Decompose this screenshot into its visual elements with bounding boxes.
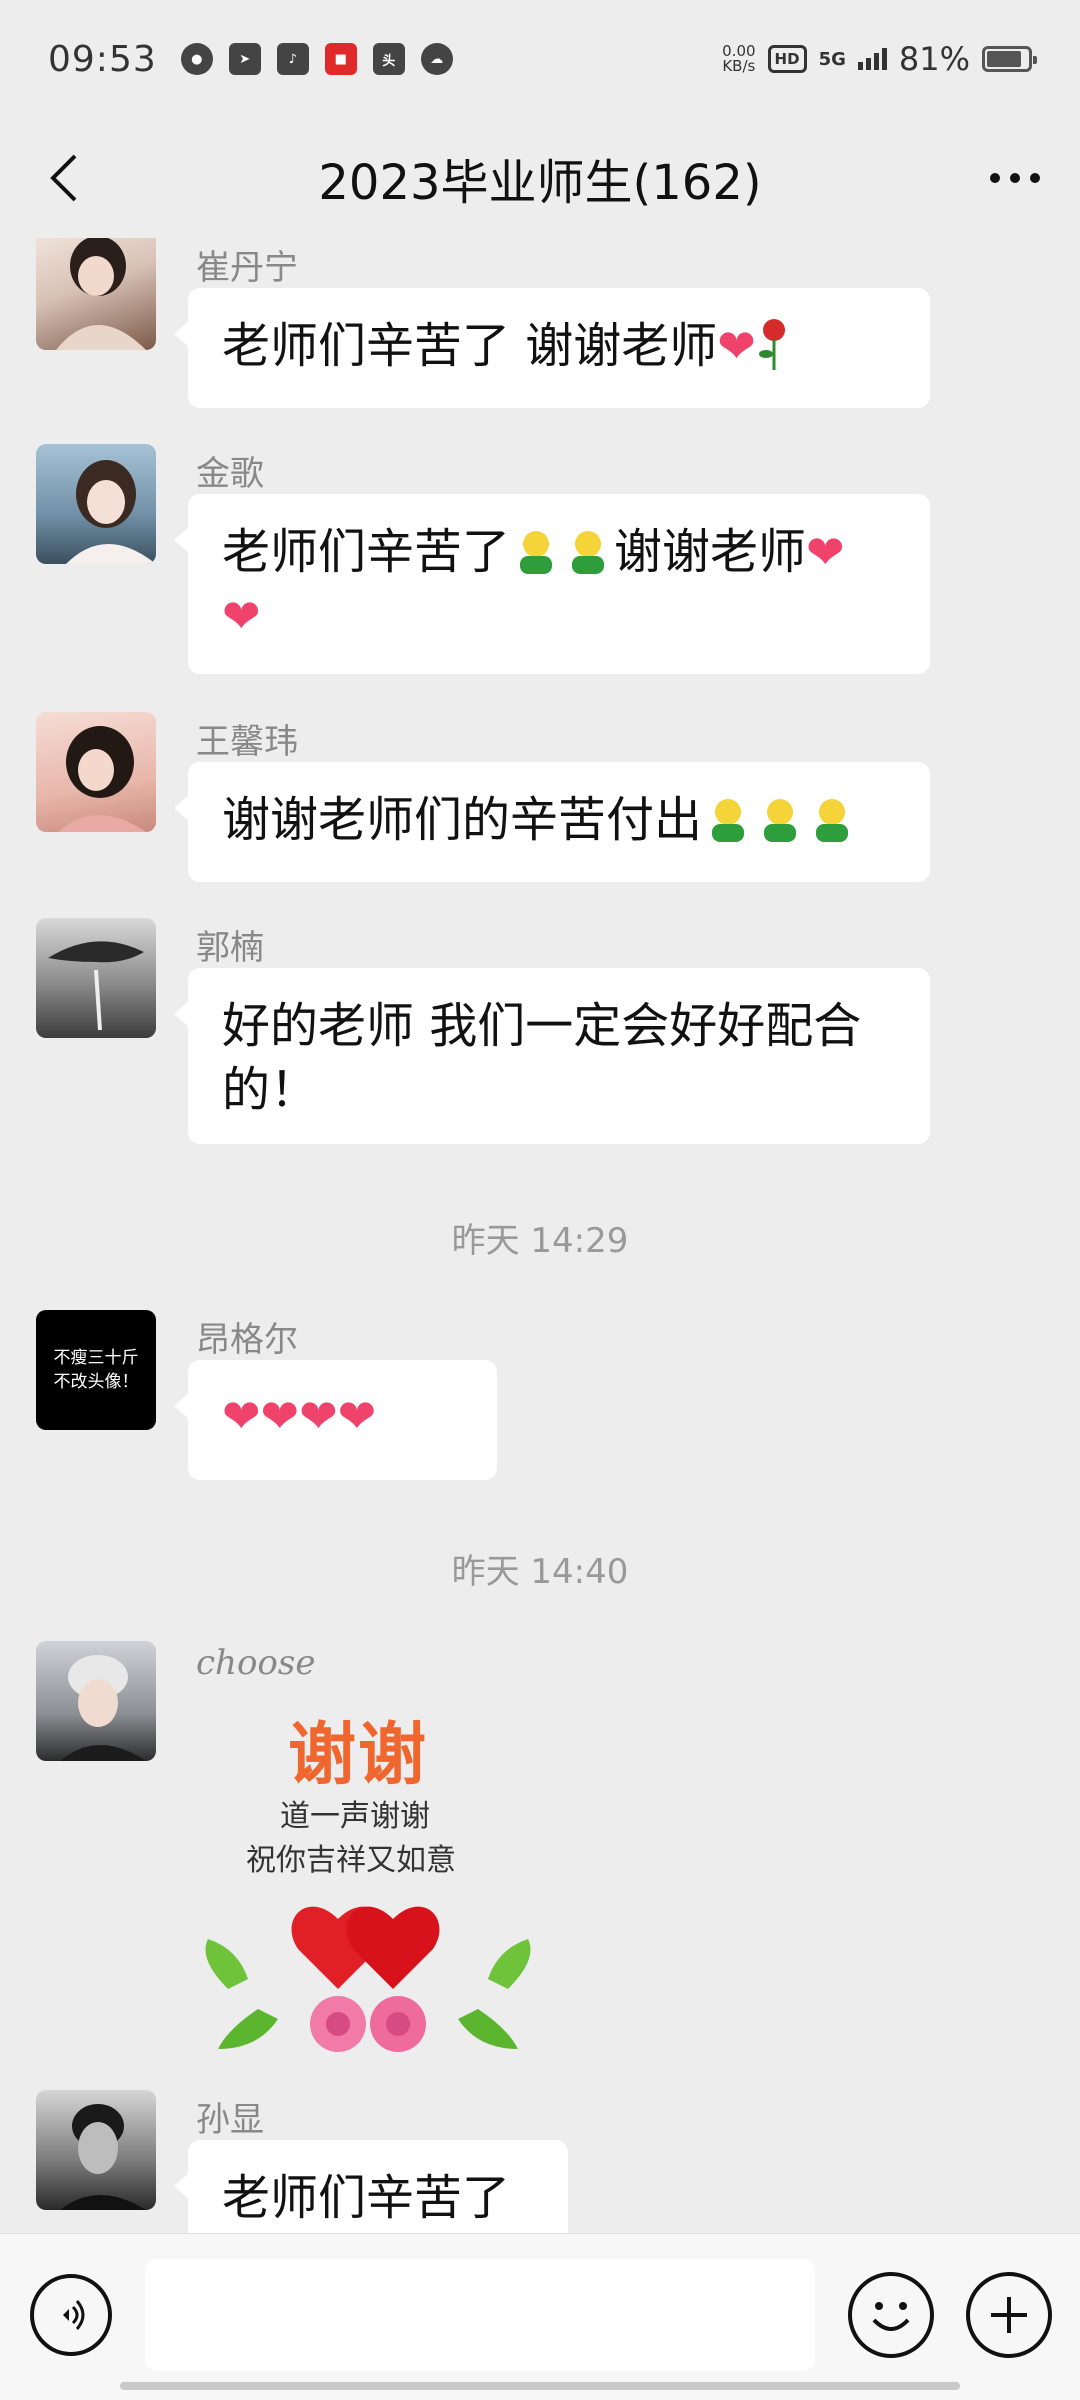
sender-name: 昂格尔 — [196, 1320, 298, 1360]
sender-name: 崔丹宁 — [196, 248, 298, 288]
sprout-emoji — [816, 799, 849, 842]
sender-name: 郭楠 — [196, 928, 264, 968]
avatar[interactable] — [36, 2090, 156, 2210]
sprout-emoji — [572, 531, 605, 574]
add-button[interactable] — [966, 2272, 1052, 2358]
sender-name: 孙显 — [196, 2100, 264, 2140]
heart-emoji: ❤ — [717, 319, 756, 373]
hd-icon: HD — [767, 45, 807, 73]
network-type: 5G — [818, 48, 846, 70]
message-bubble[interactable]: 老师们辛苦了 谢谢老师❤ — [174, 288, 930, 408]
message-text: 的！ — [222, 1062, 319, 1118]
net-speed-unit: KB/s — [722, 57, 756, 75]
avatar-portrait-icon — [66, 460, 156, 564]
avatar[interactable]: 不瘦三十斤 不改头像！ — [36, 1310, 156, 1430]
back-button[interactable] — [34, 148, 94, 208]
notification-icons: ● ➤ ♪ ■ 头 ☁ — [180, 43, 453, 75]
message-text: 谢谢老师们的辛苦付出 — [222, 792, 703, 848]
sprout-emoji — [520, 531, 553, 574]
status-bar: 09:53 ● ➤ ♪ ■ 头 ☁ 0.00 KB/s HD 5G 81% — [0, 0, 1080, 118]
wechat-icon: ● — [180, 43, 213, 75]
heart-emoji: ❤ — [260, 1389, 300, 1443]
tiktok-icon: ♪ — [276, 43, 309, 75]
avatar-portrait-icon — [58, 726, 146, 832]
smiley-icon — [872, 2302, 910, 2331]
avatar-portrait-icon — [60, 1655, 146, 1761]
message-timestamp: 昨天 14:40 — [451, 1552, 629, 1592]
rose-emoji — [758, 319, 785, 370]
more-button[interactable] — [980, 148, 1050, 208]
chevron-left-icon — [50, 154, 77, 202]
sticker-title: 谢谢 — [288, 1716, 429, 1795]
message-bubble[interactable]: ❤❤❤❤ — [174, 1360, 497, 1480]
message-text: 老师们辛苦了 — [222, 524, 511, 580]
sender-name: choose — [196, 1643, 316, 1683]
voice-icon — [63, 2300, 85, 2330]
message-bubble[interactable]: 老师们辛苦了 — [174, 2140, 568, 2233]
sticker-image[interactable]: 谢谢 道一声谢谢 祝你吉祥又如意 — [188, 1699, 548, 2069]
sender-name: 王馨玮 — [196, 722, 298, 762]
message-timestamp: 昨天 14:29 — [451, 1221, 629, 1261]
battery-percent: 81% — [898, 40, 970, 78]
sender-name: 金歌 — [196, 454, 264, 494]
cloud-icon: ☁ — [420, 43, 453, 75]
plus-icon — [991, 2297, 1027, 2333]
net-speed: 0.00 KB/s — [722, 44, 755, 74]
heart-emoji: ❤ — [299, 1389, 338, 1443]
sticker-text: 道一声谢谢 — [280, 1799, 430, 1834]
home-indicator[interactable] — [120, 2382, 960, 2390]
avatar-text: 不瘦三十斤 — [53, 1348, 139, 1368]
heart-emoji: ❤ — [222, 589, 261, 643]
heart-emoji: ❤ — [222, 1389, 261, 1443]
voice-button[interactable] — [30, 2274, 112, 2356]
more-dot-icon — [1010, 173, 1020, 183]
input-bar — [0, 2233, 1080, 2400]
heart-emoji: ❤ — [806, 525, 845, 579]
avatar-portrait-icon — [56, 238, 146, 350]
sprout-emoji — [712, 799, 745, 842]
message-text: 好的老师 我们一定会好好配合 — [222, 998, 862, 1054]
more-dot-icon — [990, 173, 1000, 183]
message-bubble[interactable]: 好的老师 我们一定会好好配合 的！ — [174, 968, 930, 1144]
more-dot-icon — [1030, 173, 1040, 183]
message-text: 老师们辛苦了 谢谢老师 — [222, 318, 718, 374]
signal-icon — [857, 48, 887, 70]
emoji-button[interactable] — [848, 2272, 934, 2358]
dolphin-icon — [48, 941, 144, 1031]
send-icon: ➤ — [228, 43, 261, 75]
avatar-portrait-icon — [60, 2104, 146, 2210]
hearts-roses-icon — [205, 1906, 531, 2052]
avatar[interactable] — [36, 444, 156, 564]
avatar[interactable] — [36, 238, 156, 350]
status-time: 09:53 — [48, 38, 157, 80]
message-input[interactable] — [145, 2259, 815, 2371]
chat-title: 2023毕业师生(162) — [318, 155, 762, 211]
avatar[interactable] — [36, 918, 156, 1038]
chat-header: 2023毕业师生(162) — [0, 118, 1080, 238]
heart-emoji: ❤ — [337, 1389, 377, 1443]
sticker-text: 祝你吉祥又如意 — [246, 1843, 456, 1878]
message-bubble[interactable]: 谢谢老师们的辛苦付出 — [174, 762, 930, 882]
toutiao-icon: 头 — [372, 43, 405, 75]
news-app-icon: ■ — [324, 43, 357, 75]
avatar[interactable] — [36, 1641, 156, 1761]
message-text: 老师们辛苦了 — [222, 2170, 511, 2226]
message-bubble[interactable]: 老师们辛苦了 谢谢老师❤ ❤ — [174, 494, 930, 674]
chat-messages[interactable]: 崔丹宁 老师们辛苦了 谢谢老师❤ 金歌 老师们辛苦了 谢谢老师❤ ❤ 王馨玮 谢… — [0, 238, 1080, 2233]
sprout-emoji — [764, 799, 797, 842]
avatar-text: 不改头像！ — [53, 1372, 139, 1392]
avatar[interactable] — [36, 712, 156, 832]
message-text: 谢谢老师 — [614, 524, 807, 580]
battery-icon — [982, 46, 1037, 72]
